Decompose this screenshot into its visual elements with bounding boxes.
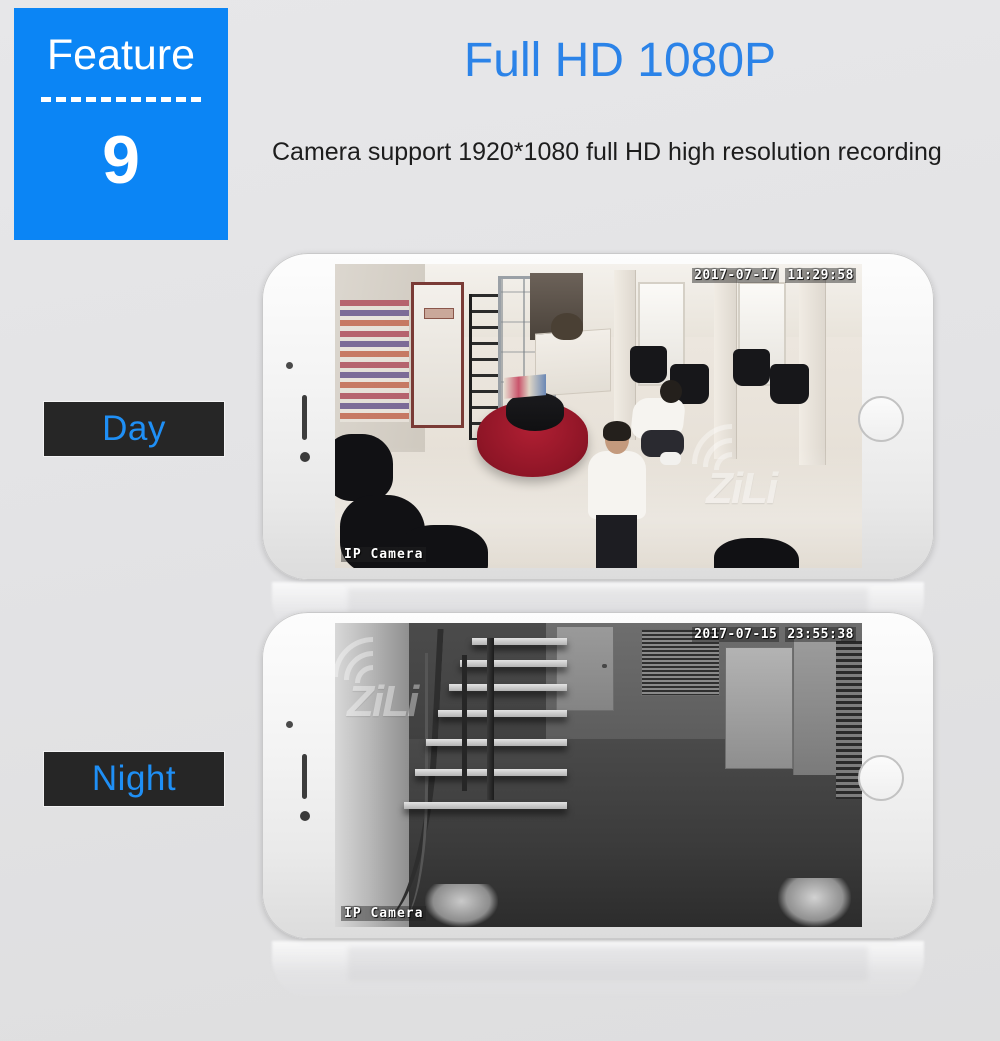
floor-plant [424, 884, 499, 927]
phone-reflection-night [272, 941, 924, 999]
mode-label-night-text: Night [91, 759, 177, 798]
mode-label-day-text: Day [102, 409, 166, 448]
proximity-sensor-icon [286, 720, 293, 728]
person-standing [583, 420, 652, 568]
salon-chair [769, 364, 810, 404]
camera-feed-night: ZiLi 2017-07-15 23:55:38 IP Camera [335, 623, 862, 927]
proximity-sensor-icon [286, 361, 293, 369]
phone-left-bezel-night [262, 612, 335, 939]
floor-plant [777, 878, 852, 927]
front-camera-icon [300, 451, 310, 462]
osd-time-night: 23:55:38 [785, 627, 856, 642]
phone-right-bezel-night [858, 612, 934, 939]
salon-chair [732, 349, 770, 386]
speaker-slit-icon [302, 753, 307, 799]
front-camera-icon [300, 810, 310, 821]
phone-mockup-day: ZiLi 2017-07-17 11:29:58 IP Camera [262, 253, 934, 580]
phone-right-bezel-day [858, 253, 934, 580]
feature-badge-number: 9 [102, 122, 140, 198]
osd-time-day: 11:29:58 [785, 268, 856, 283]
staircase [403, 629, 594, 848]
page-description: Camera support 1920*1080 full HD high re… [272, 138, 942, 166]
mode-label-day: Day [44, 402, 224, 456]
promo-page: Feature 9 Full HD 1080P Camera support 1… [0, 0, 1000, 1041]
salon-door [411, 282, 465, 429]
osd-date-night: 2017-07-15 [692, 627, 780, 642]
speaker-slit-icon [302, 394, 307, 440]
phone-screen-day[interactable]: ZiLi 2017-07-17 11:29:58 IP Camera [335, 264, 862, 568]
phone-mockup-night: ZiLi 2017-07-15 23:55:38 IP Camera [262, 612, 934, 939]
person-at-counter [551, 312, 583, 340]
home-button-icon[interactable] [858, 754, 904, 801]
salon-chair [630, 346, 667, 383]
cabinet [793, 638, 841, 775]
product-shelf [340, 300, 409, 423]
osd-timestamp-night: 2017-07-15 23:55:38 [692, 627, 856, 642]
osd-channel-name-day: IP Camera [341, 547, 427, 562]
feature-badge: Feature 9 [14, 8, 228, 240]
magazines [503, 374, 546, 400]
osd-timestamp-day: 2017-07-17 11:29:58 [692, 268, 856, 283]
page-title: Full HD 1080P [463, 34, 777, 87]
phone-left-bezel-day [262, 253, 335, 580]
home-button-icon[interactable] [858, 395, 904, 442]
cabinet [724, 647, 794, 769]
camera-feed-day: ZiLi 2017-07-17 11:29:58 IP Camera [335, 264, 862, 568]
osd-channel-name-night: IP Camera [341, 906, 427, 921]
mode-label-night: Night [44, 752, 224, 806]
osd-date-day: 2017-07-17 [692, 268, 780, 283]
dashed-divider-icon [41, 97, 201, 102]
phone-screen-night[interactable]: ZiLi 2017-07-15 23:55:38 IP Camera [335, 623, 862, 927]
feature-badge-label: Feature [46, 31, 196, 79]
